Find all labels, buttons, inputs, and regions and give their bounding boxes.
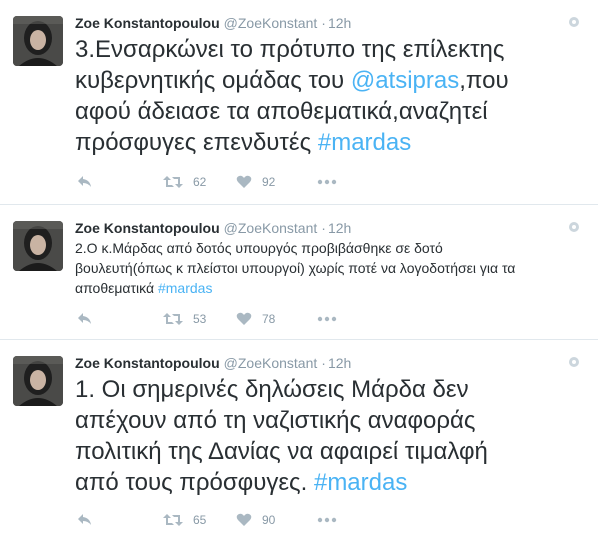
- retweet-button[interactable]: 53: [163, 309, 206, 329]
- more-dots-icon: [317, 517, 337, 523]
- tweet-text: 1. Οι σημερινές δηλώσεις Μάρδα δεν απέχο…: [75, 374, 575, 498]
- heart-icon: [236, 175, 252, 188]
- tweet[interactable]: Zoe Konstantopoulou @ZoeKonstant · 12h 3.Εν…: [0, 0, 598, 205]
- hashtag-link[interactable]: #mardas: [318, 129, 411, 156]
- author-handle[interactable]: @ZoeKonstant: [224, 220, 318, 236]
- timestamp[interactable]: 12h: [328, 355, 351, 371]
- like-count: 92: [262, 175, 276, 189]
- heart-icon: [236, 513, 252, 526]
- reply-icon: [78, 313, 91, 324]
- like-count: 90: [262, 513, 276, 527]
- more-dots-icon: [317, 316, 337, 322]
- reply-button[interactable]: [77, 309, 93, 329]
- retweet-icon: [163, 313, 183, 325]
- tweet-text-line: ,που: [459, 67, 509, 94]
- retweet-icon: [163, 514, 183, 526]
- more-dots-icon: [317, 179, 337, 185]
- tweet-header: Zoe Konstantopoulou @ZoeKonstant · 12h: [75, 14, 351, 32]
- mention-link[interactable]: @atsipras: [351, 67, 459, 94]
- tweet-header: Zoe Konstantopoulou @ZoeKonstant · 12h: [75, 354, 351, 372]
- tweet-text-line: 3.Ενσαρκώνει το πρότυπο της επίλεκτης: [75, 36, 505, 63]
- more-button[interactable]: [317, 172, 337, 192]
- like-button[interactable]: 78: [236, 309, 275, 329]
- tweet-text-line: πρόσφυγες επενδυτές: [75, 129, 318, 156]
- tweet-text-line: κυβερνητικής ομάδας του: [75, 67, 351, 94]
- retweet-icon: [163, 176, 183, 188]
- tweet-text: 2.Ο κ.Μάρδας από δοτός υπουργός προβιβάσ…: [75, 238, 580, 298]
- separator: ·: [321, 355, 326, 371]
- tweet-menu-icon[interactable]: [568, 356, 580, 368]
- retweet-count: 53: [193, 312, 207, 326]
- tweet-text-line: 2.Ο κ.Μάρδας από δοτός υπουργός προβιβάσ…: [75, 240, 443, 256]
- tweet[interactable]: Zoe Konstantopoulou @ZoeKonstant · 12h 2.Ο …: [0, 205, 598, 340]
- separator: ·: [321, 15, 326, 31]
- tweet-text-line: αφού άδειασε τα αποθεματικά,αναζητεί: [75, 98, 488, 125]
- heart-icon: [236, 312, 252, 325]
- retweet-count: 62: [193, 175, 207, 189]
- timestamp[interactable]: 12h: [328, 220, 351, 236]
- timeline: Zoe Konstantopoulou @ZoeKonstant · 12h 3.Εν…: [0, 0, 598, 552]
- avatar[interactable]: [13, 356, 63, 406]
- tweet-text-line: 1. Οι σημερινές δηλώσεις Μάρδα δεν: [75, 376, 469, 403]
- author-name[interactable]: Zoe Konstantopoulou: [75, 15, 220, 31]
- more-button[interactable]: [317, 510, 337, 530]
- separator: ·: [321, 220, 326, 236]
- like-count: 78: [262, 312, 276, 326]
- reply-icon: [78, 176, 91, 187]
- like-button[interactable]: 92: [236, 172, 275, 192]
- retweet-button[interactable]: 62: [163, 172, 206, 192]
- tweet-text-line: βουλευτή(όπως κ πλείστοι υπουργοί) χωρίς…: [75, 260, 516, 276]
- author-handle[interactable]: @ZoeKonstant: [224, 15, 318, 31]
- retweet-count: 65: [193, 513, 207, 527]
- tweet-text-line: από τους πρόσφυγες.: [75, 469, 314, 496]
- timestamp[interactable]: 12h: [328, 15, 351, 31]
- hashtag-link[interactable]: #mardas: [158, 280, 212, 296]
- tweet-text-line: απέχουν από τη ναζιστικής αναφοράς: [75, 407, 476, 434]
- tweet[interactable]: Zoe Konstantopoulou @ZoeKonstant · 12h 1. Ο…: [0, 340, 598, 552]
- more-button[interactable]: [317, 309, 337, 329]
- tweet-text: 3.Ενσαρκώνει το πρότυπο της επίλεκτης κυ…: [75, 34, 575, 158]
- author-name[interactable]: Zoe Konstantopoulou: [75, 355, 220, 371]
- avatar[interactable]: [13, 221, 63, 271]
- reply-button[interactable]: [77, 510, 93, 530]
- tweet-text-line: αποθεματικά: [75, 280, 158, 296]
- reply-button[interactable]: [77, 172, 93, 192]
- author-name[interactable]: Zoe Konstantopoulou: [75, 220, 220, 236]
- reply-icon: [78, 514, 91, 525]
- avatar[interactable]: [13, 16, 63, 66]
- hashtag-link[interactable]: #mardas: [314, 469, 407, 496]
- like-button[interactable]: 90: [236, 510, 275, 530]
- tweet-menu-icon[interactable]: [568, 221, 580, 233]
- tweet-text-line: πολιτική της Δανίας να αφαιρεί τιμαλφή: [75, 438, 488, 465]
- author-handle[interactable]: @ZoeKonstant: [224, 355, 318, 371]
- tweet-header: Zoe Konstantopoulou @ZoeKonstant · 12h: [75, 219, 351, 237]
- retweet-button[interactable]: 65: [163, 510, 206, 530]
- tweet-menu-icon[interactable]: [568, 16, 580, 28]
